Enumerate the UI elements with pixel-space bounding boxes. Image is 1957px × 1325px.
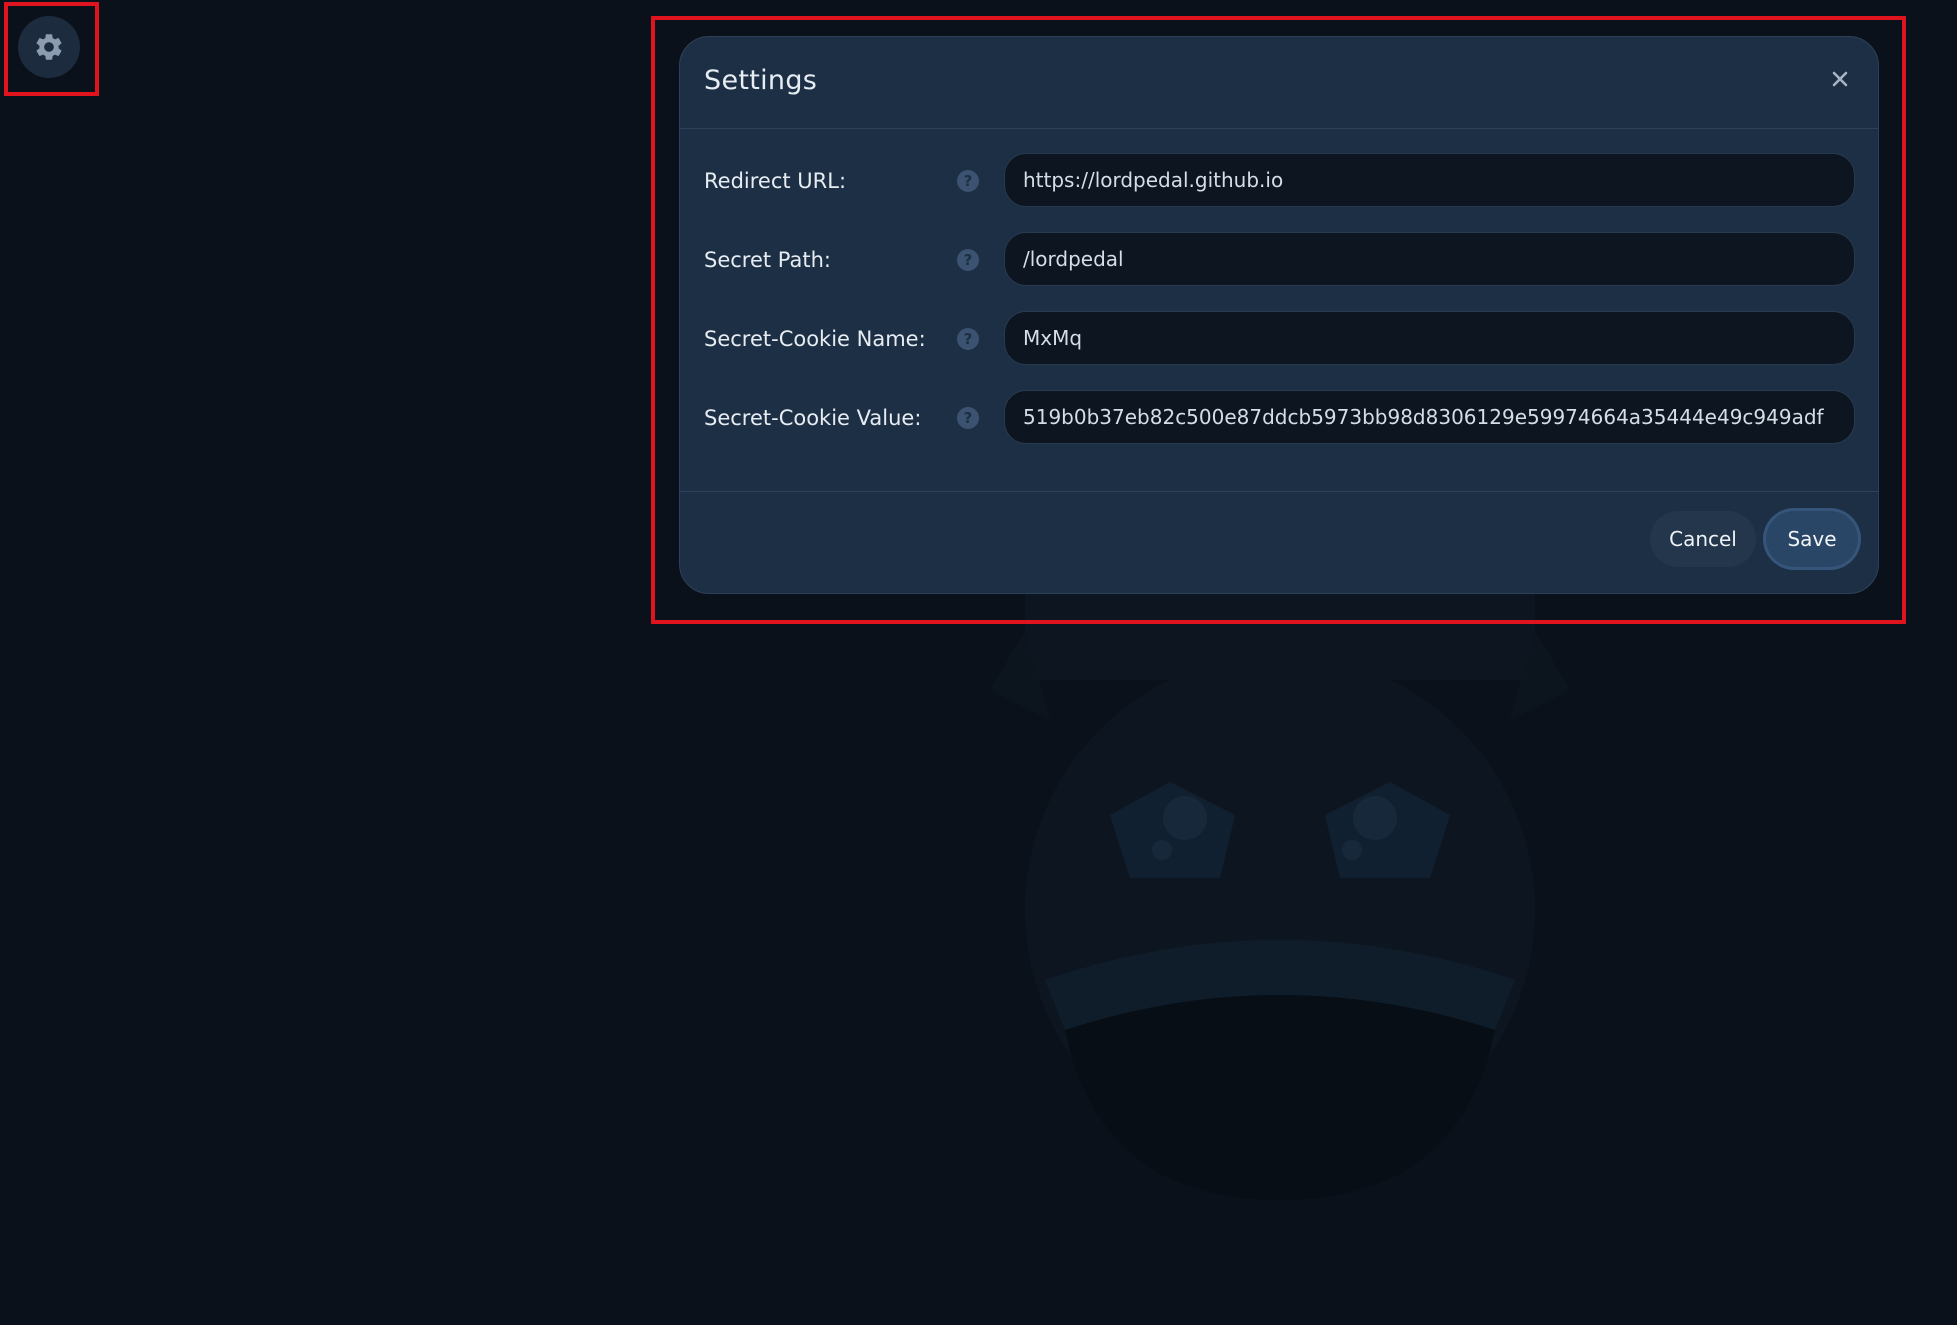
question-circle-icon[interactable]: ?: [957, 170, 979, 192]
modal-title: Settings: [704, 65, 818, 96]
field-row-secret-path: Secret Path: ?: [680, 232, 1878, 288]
close-button[interactable]: [1826, 65, 1854, 93]
redirect-url-label: Redirect URL:: [704, 169, 847, 193]
question-circle-icon[interactable]: ?: [957, 328, 979, 350]
field-row-secret-cookie-value: Secret-Cookie Value: ?: [680, 390, 1878, 446]
secret-path-input[interactable]: [1004, 232, 1855, 286]
secret-cookie-name-label: Secret-Cookie Name:: [704, 327, 926, 351]
question-circle-icon[interactable]: ?: [957, 249, 979, 271]
gear-icon: [36, 34, 62, 60]
secret-cookie-value-label: Secret-Cookie Value:: [704, 406, 922, 430]
secret-cookie-name-input[interactable]: [1004, 311, 1855, 365]
settings-modal: Settings Redirect URL: ? Secret Path: ? …: [679, 36, 1879, 594]
modal-body: Redirect URL: ? Secret Path: ? Secret-Co…: [680, 129, 1878, 492]
modal-header: Settings: [680, 37, 1878, 129]
question-circle-icon[interactable]: ?: [957, 407, 979, 429]
settings-button[interactable]: [18, 16, 80, 78]
field-row-secret-cookie-name: Secret-Cookie Name: ?: [680, 311, 1878, 367]
cancel-button[interactable]: Cancel: [1650, 511, 1756, 567]
field-row-redirect-url: Redirect URL: ?: [680, 153, 1878, 209]
secret-cookie-value-input[interactable]: [1004, 390, 1855, 444]
close-icon: [1832, 71, 1848, 87]
background-mascot-illustration: [990, 560, 1570, 1200]
modal-footer: Cancel Save: [680, 492, 1878, 593]
secret-path-label: Secret Path:: [704, 248, 832, 272]
save-button[interactable]: Save: [1766, 511, 1858, 567]
redirect-url-input[interactable]: [1004, 153, 1855, 207]
